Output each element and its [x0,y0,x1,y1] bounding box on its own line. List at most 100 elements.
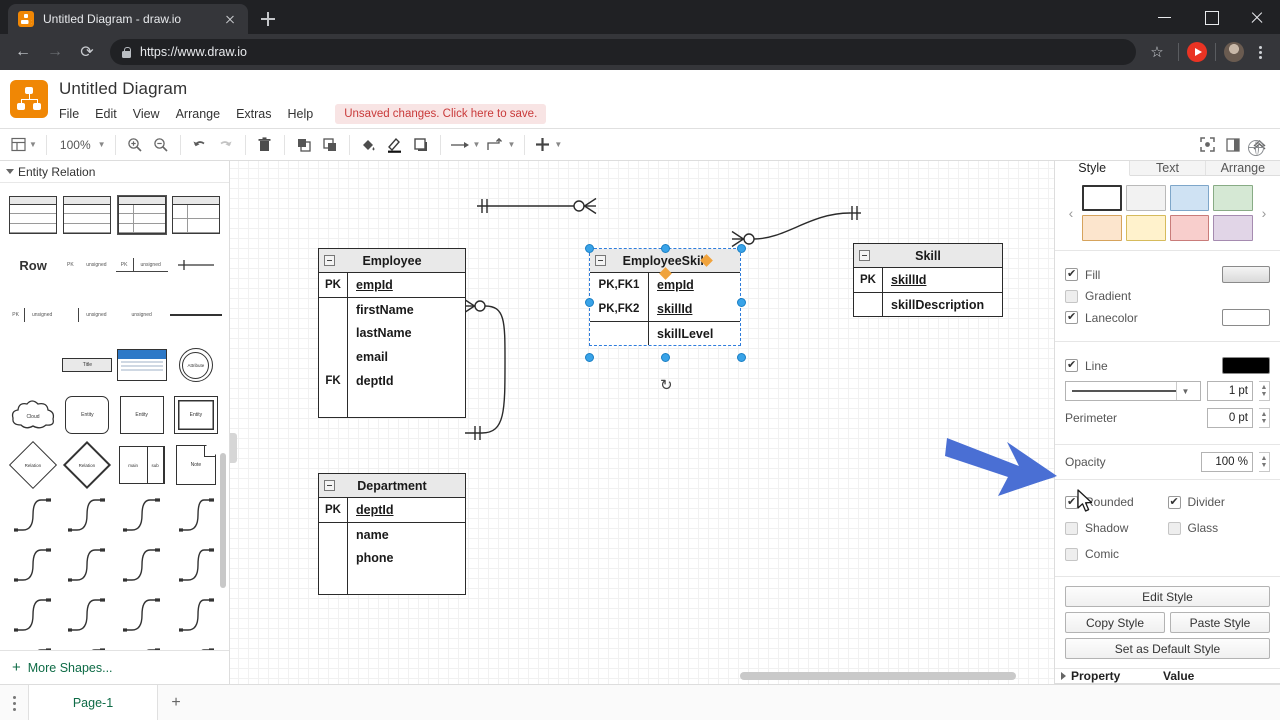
selection-handle-e[interactable] [737,298,746,307]
chevron-right-icon[interactable] [1061,672,1066,680]
swatch-yellow[interactable] [1125,215,1166,241]
collapse-icon[interactable] [595,255,606,266]
opacity-input[interactable]: 100 % [1201,452,1253,472]
fullscreen-icon[interactable] [1194,132,1220,158]
entity-title[interactable]: Skill [854,244,1002,268]
entity-title[interactable]: Department [319,474,465,498]
shape-note[interactable]: Note [169,441,223,489]
gradient-checkbox[interactable] [1065,289,1078,303]
shape-entity-rect[interactable]: Entity [115,391,169,439]
entity-employeeskill[interactable]: EmployeeSkill PK,FK1 empId PK,FK2 skillI… [589,248,741,346]
shape-connector[interactable] [6,491,60,539]
line-checkbox[interactable] [1065,358,1078,372]
entity-row[interactable]: skillLevel [590,321,740,345]
selection-handle-n[interactable] [661,244,670,253]
shape-entity-double[interactable]: Entity [169,391,223,439]
entity-row[interactable]: email [319,345,465,369]
entity-row[interactable]: lastName [319,321,465,345]
entity-row[interactable]: firstName [319,297,465,321]
shape-connector[interactable] [115,541,169,589]
swatch-gray[interactable] [1125,185,1166,211]
close-icon[interactable] [222,11,238,27]
swatch-white[interactable] [1082,185,1122,211]
entity-row[interactable]: FK deptId [319,369,465,393]
insert-icon[interactable]: ▼ [531,132,565,158]
menu-arrange[interactable]: Arrange [168,104,228,124]
reload-icon[interactable]: ⟳ [72,37,102,67]
back-icon[interactable]: ← [8,37,38,67]
shape-connector[interactable] [115,491,169,539]
divider-checkbox[interactable] [1167,495,1181,509]
page-tab-page-1[interactable]: Page-1 [28,685,158,720]
swatch-green[interactable] [1213,185,1253,211]
tab-style[interactable]: Style [1055,161,1131,176]
bookmark-star-icon[interactable]: ☆ [1144,39,1170,65]
shape-connector[interactable] [169,641,223,650]
selection-handle-se[interactable] [737,353,746,362]
selection-handle-w[interactable] [585,298,594,307]
entity-row[interactable]: name [319,522,465,546]
shape-connector[interactable] [169,491,223,539]
zoom-in-icon[interactable] [122,132,148,158]
zoom-out-icon[interactable] [148,132,174,158]
line-width-input[interactable]: 1 pt [1207,381,1253,401]
page-options-icon[interactable] [0,685,28,720]
shape-table-2[interactable] [60,191,114,239]
swatch-blue[interactable] [1169,185,1210,211]
perimeter-stepper[interactable]: ▲ ▼ [1259,408,1270,428]
shape-connector[interactable] [60,591,114,639]
shape-line[interactable] [169,291,223,339]
waypoints-icon[interactable]: ▼ [483,132,518,158]
shape-connector[interactable] [6,591,60,639]
unsaved-changes-banner[interactable]: Unsaved changes. Click here to save. [335,104,547,124]
canvas-horizontal-scrollbar[interactable] [740,672,1016,680]
menu-edit[interactable]: Edit [87,104,125,124]
swatch-prev-icon[interactable]: ‹ [1065,205,1077,221]
to-front-icon[interactable] [291,132,317,158]
comic-checkbox[interactable] [1065,547,1078,561]
shape-relation-diamond-bold[interactable]: Relation [60,440,114,490]
connection-arrow-icon[interactable]: ▼ [447,132,484,158]
shape-connector[interactable] [115,591,169,639]
zoom-dropdown-button[interactable]: 100% ▼ [53,132,109,158]
paste-style-button[interactable]: Paste Style [1170,612,1270,633]
shadow-icon[interactable] [408,132,434,158]
shape-title-bar[interactable]: Title [60,341,114,389]
shape-row-label[interactable]: Row [6,241,60,289]
shape-table-3[interactable] [115,191,169,239]
window-maximize-button[interactable] [1188,0,1234,34]
collapse-icon[interactable] [324,480,335,491]
collapse-icon[interactable] [324,255,335,266]
menu-view[interactable]: View [125,104,168,124]
swatch-orange[interactable] [1082,215,1122,241]
shape-table-1[interactable] [6,191,60,239]
selection-handle-s[interactable] [661,353,670,362]
line-width-stepper[interactable]: ▲ ▼ [1259,381,1270,401]
edit-style-button[interactable]: Edit Style [1065,586,1270,607]
collapse-icon[interactable] [859,250,870,261]
add-page-button[interactable]: + [158,685,194,720]
entity-row[interactable]: skillDescription [854,292,1002,316]
swatch-red[interactable] [1169,215,1210,241]
menu-extras[interactable]: Extras [228,104,279,124]
shape-connector[interactable] [169,541,223,589]
shadow-checkbox[interactable] [1065,521,1078,535]
tab-arrange[interactable]: Arrange [1205,161,1280,175]
selection-handle-sw[interactable] [585,353,594,362]
selection-handle-nw[interactable] [585,244,594,253]
menu-file[interactable]: File [59,104,87,124]
glass-checkbox[interactable] [1167,521,1181,535]
shape-connector-one[interactable] [169,241,223,289]
shape-connector[interactable] [169,591,223,639]
copy-style-button[interactable]: Copy Style [1065,612,1165,633]
line-color-button[interactable] [1222,357,1270,374]
more-shapes-button[interactable]: + More Shapes... [0,650,229,684]
avatar[interactable] [1224,42,1244,62]
shape-connector[interactable] [60,641,114,650]
palette-section-header[interactable]: Entity Relation [0,161,229,183]
lanecolor-checkbox[interactable] [1065,310,1078,324]
swatch-next-icon[interactable]: › [1258,205,1270,221]
entity-department[interactable]: Department PK deptId name phone [318,473,466,595]
fill-color-icon[interactable] [356,132,382,158]
entity-row[interactable]: PK skillId [854,268,1002,292]
